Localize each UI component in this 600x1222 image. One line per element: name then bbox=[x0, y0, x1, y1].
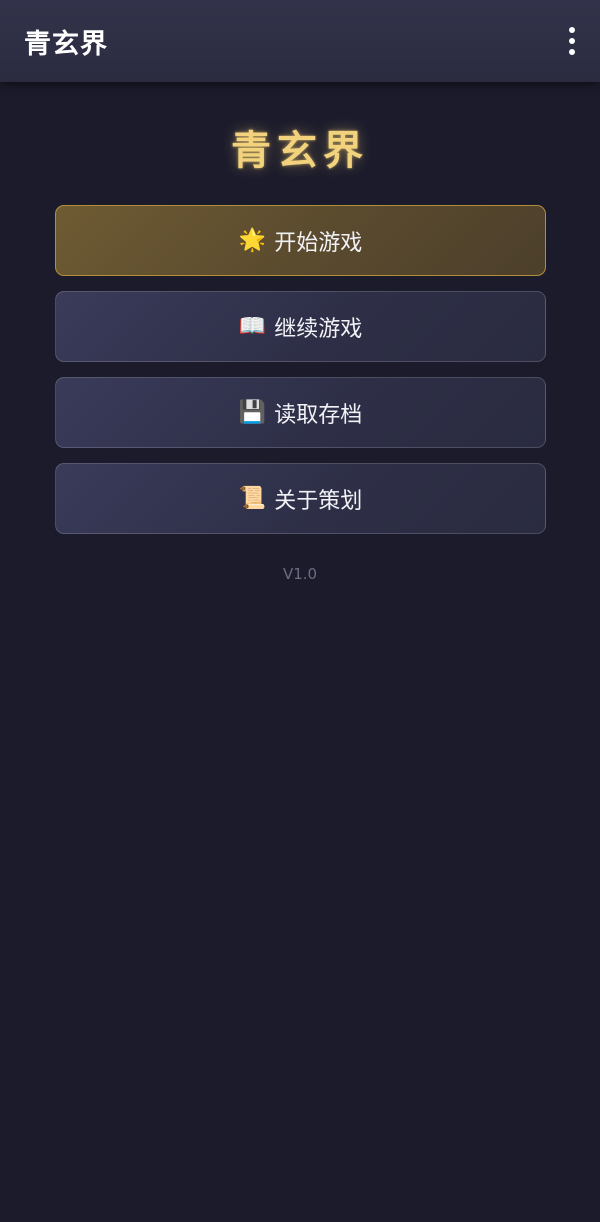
start-game-label: 开始游戏 bbox=[274, 230, 363, 256]
floppy-disk-icon: 💾 bbox=[238, 399, 267, 425]
more-dot bbox=[569, 38, 575, 44]
about-design-button[interactable]: 📜 关于策划 bbox=[55, 463, 546, 534]
load-save-label: 读取存档 bbox=[274, 402, 363, 428]
book-icon: 📖 bbox=[238, 313, 267, 339]
star-icon: 🌟 bbox=[238, 227, 267, 253]
app-bar-title: 青玄界 bbox=[24, 28, 108, 60]
app-bar: 青玄界 bbox=[0, 0, 600, 82]
more-options-icon[interactable] bbox=[564, 27, 580, 55]
load-save-button[interactable]: 💾 读取存档 bbox=[55, 377, 546, 448]
continue-game-button[interactable]: 📖 继续游戏 bbox=[55, 291, 546, 362]
more-dot bbox=[569, 27, 575, 33]
start-game-button[interactable]: 🌟 开始游戏 bbox=[55, 205, 546, 276]
about-design-label: 关于策划 bbox=[274, 488, 363, 514]
main-menu: 🌟 开始游戏 📖 继续游戏 💾 读取存档 📜 关于策划 bbox=[55, 205, 546, 549]
scroll-icon: 📜 bbox=[238, 485, 267, 511]
game-title: 青玄界 bbox=[231, 128, 369, 174]
continue-game-label: 继续游戏 bbox=[274, 316, 363, 342]
more-dot bbox=[569, 49, 575, 55]
version-label: V1.0 bbox=[282, 565, 318, 583]
